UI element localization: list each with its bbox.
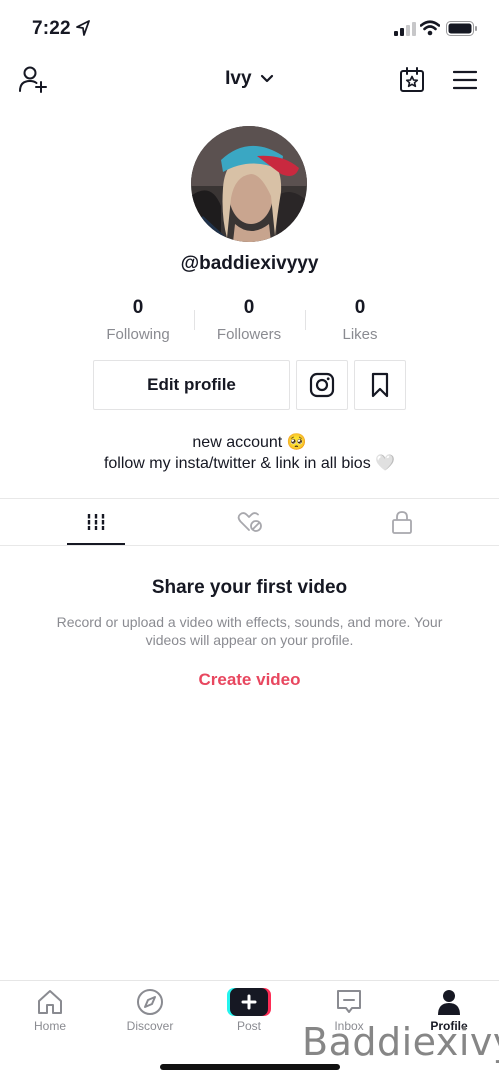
inbox-icon (337, 989, 361, 1013)
stat-label: Followers (216, 326, 282, 343)
home-indicator (160, 1064, 340, 1070)
create-video-link[interactable]: Create video (0, 670, 499, 690)
nav-label: Home (33, 1019, 66, 1033)
location-arrow-icon (76, 20, 90, 36)
stat-value: 0 (132, 297, 144, 318)
tabs-divider (0, 498, 499, 499)
nav-post[interactable]: Post (199, 986, 299, 1033)
empty-state-description: Record or upload a video with effects, s… (56, 614, 443, 648)
bio-line: follow my insta/twitter & link in all bi… (103, 455, 396, 472)
stat-label: Following (106, 326, 170, 343)
stat-likes[interactable]: 0 Likes (300, 297, 420, 343)
stat-following[interactable]: 0 Following (78, 297, 198, 343)
nav-home[interactable]: Home (0, 986, 100, 1033)
chevron-down-icon (260, 74, 273, 83)
instagram-icon (309, 372, 335, 398)
edit-profile-button[interactable]: Edit profile (93, 360, 290, 410)
lock-icon[interactable] (391, 510, 413, 534)
videos-grid-icon[interactable] (86, 512, 106, 532)
account-name: Ivy (225, 68, 252, 89)
bio-line: new account 🥺 (192, 434, 307, 451)
cellular-signal-icon (394, 22, 416, 36)
status-bar: 7:22 (0, 0, 499, 56)
empty-state-title: Share your first video (151, 577, 348, 598)
status-time: 7:22 (32, 18, 71, 39)
stat-value: 0 (354, 297, 366, 318)
profile-icon (438, 989, 460, 1015)
watermark: Baddiexivy (302, 1020, 499, 1064)
username: @baddiexivyyy (180, 253, 319, 274)
compass-icon (137, 988, 163, 1015)
battery-icon (446, 21, 477, 36)
calendar-star-icon[interactable] (398, 66, 426, 94)
nav-divider (0, 980, 499, 981)
tabs-divider (0, 545, 499, 546)
favorites-button[interactable] (354, 360, 406, 410)
instagram-button[interactable] (296, 360, 348, 410)
nav-label: Post (236, 1019, 261, 1033)
bio: new account 🥺 follow my insta/twitter & … (0, 432, 499, 474)
nav-discover[interactable]: Discover (100, 986, 200, 1033)
bookmark-icon (371, 372, 389, 398)
home-icon (38, 989, 62, 1014)
plus-icon (227, 987, 271, 1016)
avatar[interactable] (191, 126, 307, 242)
avatar-image (191, 126, 307, 242)
menu-icon[interactable] (453, 70, 477, 90)
wifi-icon (420, 20, 440, 36)
stat-followers[interactable]: 0 Followers (189, 297, 309, 343)
stat-value: 0 (243, 297, 255, 318)
liked-hidden-icon[interactable] (237, 511, 263, 533)
stat-label: Likes (342, 326, 378, 343)
nav-label: Discover (126, 1019, 174, 1033)
